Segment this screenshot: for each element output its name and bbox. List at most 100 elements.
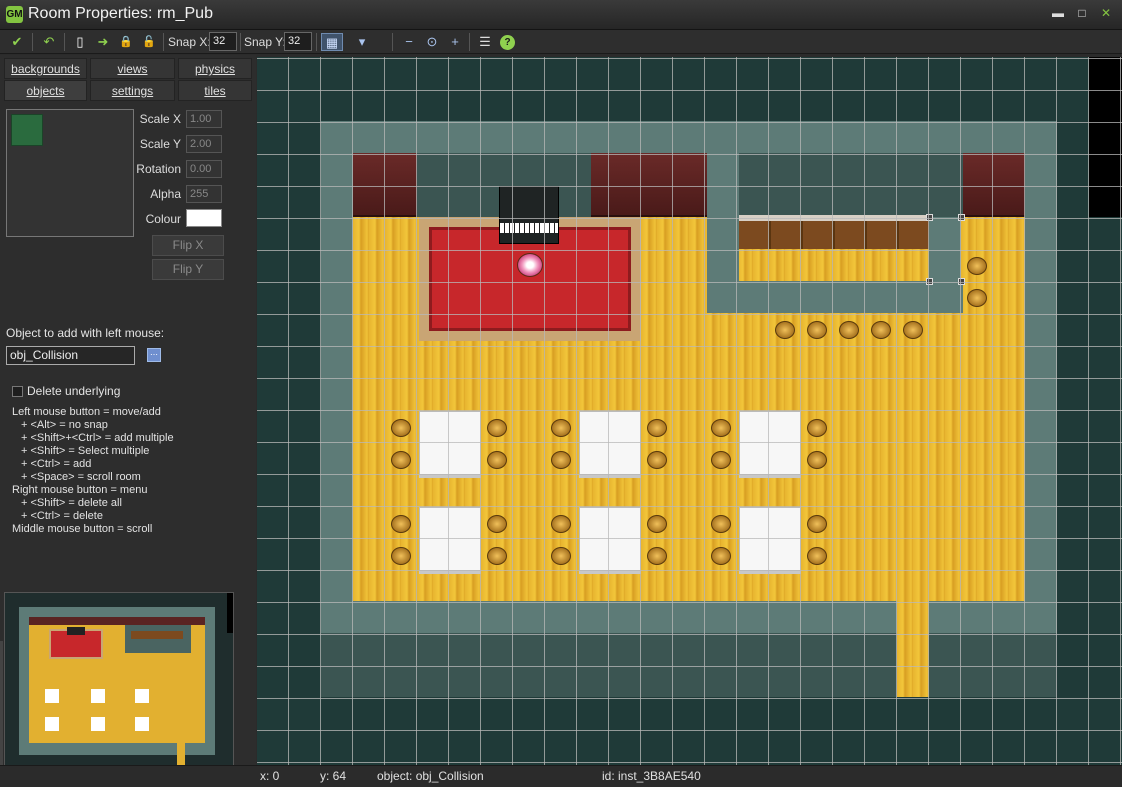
stool xyxy=(711,515,731,533)
status-x: x: 0 xyxy=(260,769,280,783)
help-icon[interactable]: ? xyxy=(500,35,515,50)
toolbar-divider xyxy=(64,33,65,51)
status-instance-id: id: inst_3B8AE540 xyxy=(602,769,701,783)
alpha-input[interactable]: 255 xyxy=(186,185,222,203)
tab-settings[interactable]: settings xyxy=(90,80,175,101)
help-line: + <Alt> = no snap xyxy=(21,419,108,431)
dining-table xyxy=(419,411,481,475)
stool xyxy=(487,515,507,533)
minimap-table xyxy=(45,689,59,703)
stool xyxy=(391,515,411,533)
stool xyxy=(551,419,571,437)
help-line: + <Ctrl> = add xyxy=(21,458,92,470)
help-line: + <Shift> = Select multiple xyxy=(21,445,150,457)
object-to-add-label: Object to add with left mouse: xyxy=(6,326,165,340)
curtain xyxy=(591,153,707,217)
status-object: object: obj_Collision xyxy=(377,769,484,783)
stool xyxy=(391,547,411,565)
tab-objects[interactable]: objects xyxy=(4,80,87,101)
unlock-icon[interactable]: 🔓 xyxy=(140,33,158,51)
rotation-input[interactable]: 0.00 xyxy=(186,160,222,178)
stool xyxy=(647,419,667,437)
wall-bottom xyxy=(321,601,1057,633)
stool xyxy=(391,451,411,469)
tab-physics[interactable]: physics xyxy=(178,58,252,79)
colour-picker[interactable] xyxy=(186,209,222,227)
grid-toggle-icon[interactable]: ▦ xyxy=(321,33,343,51)
stool xyxy=(551,547,571,565)
scale-y-input[interactable]: 2.00 xyxy=(186,135,222,153)
shift-instances-icon[interactable]: ➜ xyxy=(94,33,112,51)
undo-icon[interactable]: ↶ xyxy=(40,33,58,51)
stool xyxy=(487,547,507,565)
tab-tiles[interactable]: tiles xyxy=(178,80,252,101)
stool xyxy=(711,451,731,469)
help-line: Left mouse button = move/add xyxy=(12,406,161,418)
curtain xyxy=(353,153,417,217)
window-title: Room Properties: rm_Pub xyxy=(28,5,213,22)
minimap-bar xyxy=(125,625,191,653)
help-line: Middle mouse button = scroll xyxy=(12,523,153,535)
selection-handle[interactable] xyxy=(926,278,933,285)
help-line: + <Ctrl> = delete xyxy=(21,510,103,522)
stool xyxy=(551,451,571,469)
bar-stool xyxy=(967,257,987,275)
flip-x-button[interactable]: Flip X xyxy=(152,235,224,256)
object-browse-icon[interactable]: ⋯ xyxy=(147,348,161,362)
zoom-out-icon[interactable]: − xyxy=(400,33,418,51)
piano-keys xyxy=(500,223,558,233)
snap-x-input[interactable]: 32 xyxy=(209,32,237,51)
status-y: y: 64 xyxy=(320,769,347,783)
help-line: + <Shift>+<Ctrl> = add multiple xyxy=(21,432,174,444)
zoom-reset-icon[interactable]: ⊙ xyxy=(423,33,441,51)
instance-list-icon[interactable]: ☰ xyxy=(476,33,494,51)
stool xyxy=(807,419,827,437)
toolbar-divider xyxy=(469,33,470,51)
room-minimap[interactable] xyxy=(4,592,234,780)
minimap-offscreen xyxy=(227,593,233,633)
delete-underlying-label: Delete underlying xyxy=(27,384,121,398)
minimap-bar-shelves xyxy=(131,631,183,639)
dining-table xyxy=(739,411,801,475)
properties-panel: backgrounds views physics objects settin… xyxy=(0,55,256,787)
minimize-button[interactable]: ▬ xyxy=(1046,6,1070,22)
room-canvas[interactable] xyxy=(257,57,1122,765)
dining-table xyxy=(739,507,801,571)
delete-underlying-checkbox[interactable] xyxy=(12,386,23,397)
bar-stool xyxy=(775,321,795,339)
minimap-table xyxy=(91,717,105,731)
stool xyxy=(487,419,507,437)
flip-y-button[interactable]: Flip Y xyxy=(152,259,224,280)
bar-stool xyxy=(807,321,827,339)
scale-y-label: Scale Y xyxy=(139,137,181,151)
clear-room-icon[interactable]: ▯ xyxy=(71,33,89,51)
confirm-checkmark-icon[interactable]: ✔ xyxy=(8,33,26,51)
minimap-curtains xyxy=(29,617,205,625)
bar-counter-side xyxy=(929,217,961,313)
piano xyxy=(499,186,559,244)
selection-handle[interactable] xyxy=(958,278,965,285)
close-button[interactable]: ✕ xyxy=(1094,6,1118,22)
bar-stool xyxy=(839,321,859,339)
toolbar: ✔ ↶ ▯ ➜ 🔒 🔓 Snap X: 32 Snap Y: 32 ▦ ▾ − … xyxy=(0,30,1122,54)
stool xyxy=(711,547,731,565)
selection-handle[interactable] xyxy=(958,214,965,221)
maximize-button[interactable]: □ xyxy=(1070,6,1094,22)
zoom-in-icon[interactable]: + xyxy=(446,33,464,51)
stool xyxy=(807,515,827,533)
zoom-dropdown-icon[interactable]: ▾ xyxy=(347,33,377,51)
title-bar: GM Room Properties: rm_Pub ▬ □ ✕ xyxy=(0,0,1122,30)
object-sprite-preview xyxy=(11,114,43,146)
stool xyxy=(647,515,667,533)
selection-handle[interactable] xyxy=(926,214,933,221)
scale-x-input[interactable]: 1.00 xyxy=(186,110,222,128)
tab-backgrounds[interactable]: backgrounds xyxy=(4,58,87,79)
lock-icon[interactable]: 🔒 xyxy=(117,33,135,51)
snap-y-input[interactable]: 32 xyxy=(284,32,312,51)
stool xyxy=(487,451,507,469)
bar-counter xyxy=(707,281,963,313)
object-to-add-field[interactable]: obj_Collision xyxy=(6,346,135,365)
tab-views[interactable]: views xyxy=(90,58,175,79)
minimap-table xyxy=(135,717,149,731)
minimap-piano xyxy=(67,627,85,635)
